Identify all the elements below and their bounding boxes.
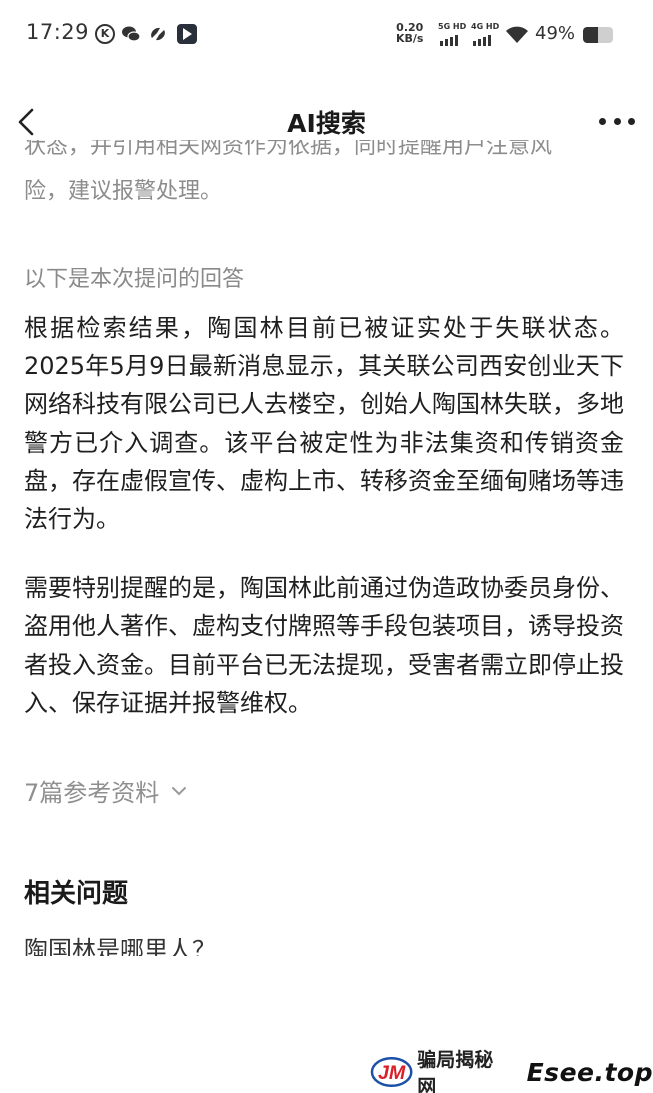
status-time: 17:29 <box>26 20 90 44</box>
previous-text: 状态，并引用相关网资作为依据，同时提醒用户注意风 险，建议报警处理。 <box>24 140 624 212</box>
references-label: 7篇参考资料 <box>24 779 160 808</box>
sim2-label: 4G HD <box>471 22 500 31</box>
battery-percent: 49% <box>535 23 576 44</box>
watermark: JM 骗局揭秘网 Esee.top <box>370 1049 653 1093</box>
battery-fill <box>583 27 598 43</box>
answer-paragraph-1: 根据检索结果，陶国林目前已被证实处于失联状态。2025年5月9日最新消息显示，其… <box>24 314 624 534</box>
watermark-logo-text: JM <box>378 1062 406 1084</box>
answer-content: 状态，并引用相关网资作为依据，同时提醒用户注意风 险，建议报警处理。 以下是本次… <box>24 140 624 1093</box>
watermark-site-en: Esee.top <box>526 1057 653 1087</box>
sim1-label: 5G HD <box>438 22 467 31</box>
sim1-signal-icon: 5G HD <box>438 22 466 46</box>
loop-icon <box>151 27 165 41</box>
sim2-signal-icon: 4G HD <box>471 22 499 46</box>
page-title: AI搜索 <box>287 109 366 138</box>
network-speed-unit: KB/s <box>396 32 424 45</box>
references-toggle[interactable]: 7篇参考资料 <box>24 773 624 808</box>
k-circle-icon: K <box>95 24 115 44</box>
previous-text-line2: 险，建议报警处理。 <box>24 179 223 204</box>
answer-paragraph-2: 需要特别提醒的是，陶国林此前通过伪造政协委员身份、盗用他人著作、虚构支付牌照等手… <box>24 574 624 717</box>
play-store-icon <box>177 24 197 44</box>
answer-label: 以下是本次提问的回答 <box>24 267 245 292</box>
related-questions-title: 相关问题 <box>24 879 129 910</box>
watermark-site-cn: 骗局揭秘网 <box>417 1049 494 1093</box>
related-question-item[interactable]: 陶国林是哪里人？ <box>24 930 624 956</box>
wechat-icon <box>122 26 141 42</box>
previous-text-line1: 状态，并引用相关网资作为依据，同时提醒用户注意风 <box>24 140 553 159</box>
chevron-down-icon <box>172 786 187 795</box>
watermark-logo: JM <box>370 1057 413 1087</box>
more-dots-icon[interactable] <box>599 108 635 134</box>
battery-icon <box>583 27 613 43</box>
network-speed: 0.20 KB/s <box>396 22 423 44</box>
status-bar: 17:29 K 0.20 KB/s 5G HD 4G HD 49% <box>0 0 653 70</box>
wifi-icon <box>506 26 528 43</box>
